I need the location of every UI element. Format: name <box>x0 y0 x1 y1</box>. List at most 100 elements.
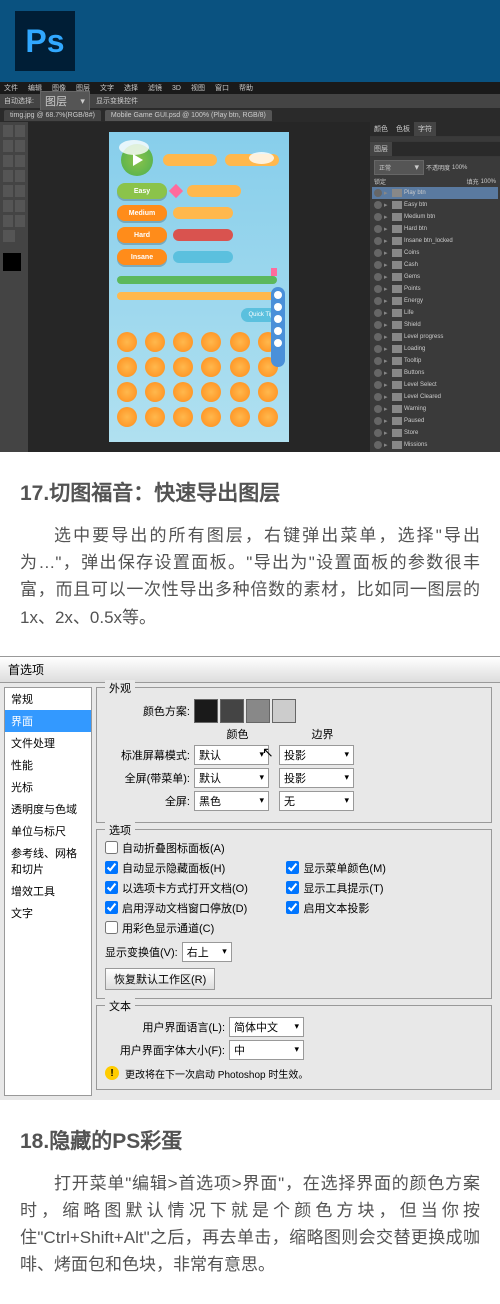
layer-item[interactable]: ▸Store <box>372 427 498 439</box>
color-scheme-swatch-medium-light[interactable] <box>246 699 270 723</box>
visibility-icon[interactable] <box>374 225 382 233</box>
layers-tab[interactable]: 图层 <box>370 142 392 156</box>
expand-icon[interactable]: ▸ <box>384 441 390 449</box>
expand-icon[interactable]: ▸ <box>384 369 390 377</box>
eyedropper-tool-icon[interactable] <box>15 155 25 167</box>
fill-value[interactable]: 100% <box>481 179 496 185</box>
layer-item[interactable]: ▸Loading <box>372 343 498 355</box>
standard-color-dropdown[interactable]: 默认 <box>194 745 269 765</box>
visibility-icon[interactable] <box>374 429 382 437</box>
layer-item[interactable]: ▸Medium btn <box>372 211 498 223</box>
transform-values-dropdown[interactable]: 右上 <box>182 942 232 962</box>
sidebar-item-interface[interactable]: 界面 <box>5 710 91 732</box>
menu-item[interactable]: 窗口 <box>215 83 229 93</box>
layer-item[interactable]: ▸Paused <box>372 415 498 427</box>
panel-tab[interactable]: 色板 <box>392 122 414 136</box>
layer-item[interactable]: ▸Energy <box>372 295 498 307</box>
expand-icon[interactable]: ▸ <box>384 345 390 353</box>
lasso-tool-icon[interactable] <box>3 140 13 152</box>
layer-item[interactable]: ▸Coins <box>372 247 498 259</box>
layer-item[interactable]: ▸Buttons <box>372 367 498 379</box>
gradient-tool-icon[interactable] <box>15 185 25 197</box>
tooltips-checkbox[interactable] <box>286 881 299 894</box>
sidebar-item-units[interactable]: 单位与标尺 <box>5 820 91 842</box>
menu-item[interactable]: 视图 <box>191 83 205 93</box>
layer-item[interactable]: ▸Gems <box>372 271 498 283</box>
eraser-tool-icon[interactable] <box>3 185 13 197</box>
expand-icon[interactable]: ▸ <box>384 333 390 341</box>
visibility-icon[interactable] <box>374 297 382 305</box>
fullscreen-menu-color-dropdown[interactable]: 默认 <box>194 768 269 788</box>
color-scheme-swatch-light[interactable] <box>272 699 296 723</box>
pen-tool-icon[interactable] <box>15 200 25 212</box>
layer-item[interactable]: ▸Life <box>372 307 498 319</box>
expand-icon[interactable]: ▸ <box>384 297 390 305</box>
visibility-icon[interactable] <box>374 369 382 377</box>
visibility-icon[interactable] <box>374 393 382 401</box>
sidebar-item-performance[interactable]: 性能 <box>5 754 91 776</box>
expand-icon[interactable]: ▸ <box>384 381 390 389</box>
sidebar-item-type[interactable]: 文字 <box>5 902 91 924</box>
fullscreen-menu-border-dropdown[interactable]: 投影 <box>279 768 354 788</box>
layer-item[interactable]: ▸Cash <box>372 259 498 271</box>
visibility-icon[interactable] <box>374 213 382 221</box>
menu-item[interactable]: 滤镜 <box>148 83 162 93</box>
ui-language-dropdown[interactable]: 简体中文 <box>229 1017 304 1037</box>
menu-item[interactable]: 文字 <box>100 83 114 93</box>
layer-item[interactable]: ▸Shield <box>372 319 498 331</box>
layer-item[interactable]: ▸Level Select <box>372 379 498 391</box>
layer-item[interactable]: ▸Level progress <box>372 331 498 343</box>
color-scheme-swatch-dark[interactable] <box>194 699 218 723</box>
expand-icon[interactable]: ▸ <box>384 261 390 269</box>
text-shadow-checkbox[interactable] <box>286 901 299 914</box>
visibility-icon[interactable] <box>374 249 382 257</box>
foreground-color[interactable] <box>3 253 21 271</box>
visibility-icon[interactable] <box>374 441 382 449</box>
move-tool-icon[interactable] <box>3 125 13 137</box>
hand-tool-icon[interactable] <box>15 215 25 227</box>
visibility-icon[interactable] <box>374 273 382 281</box>
wand-tool-icon[interactable] <box>15 140 25 152</box>
visibility-icon[interactable] <box>374 261 382 269</box>
visibility-icon[interactable] <box>374 333 382 341</box>
color-channels-checkbox[interactable] <box>105 921 118 934</box>
expand-icon[interactable]: ▸ <box>384 201 390 209</box>
layer-item[interactable]: ▸Level Cleared <box>372 391 498 403</box>
expand-icon[interactable]: ▸ <box>384 189 390 197</box>
layer-item[interactable]: ▸Tooltip <box>372 355 498 367</box>
expand-icon[interactable]: ▸ <box>384 273 390 281</box>
expand-icon[interactable]: ▸ <box>384 405 390 413</box>
expand-icon[interactable]: ▸ <box>384 285 390 293</box>
expand-icon[interactable]: ▸ <box>384 309 390 317</box>
layer-item[interactable]: ▸Bg <box>372 451 498 452</box>
ui-font-size-dropdown[interactable]: 中 <box>229 1040 304 1060</box>
layer-item[interactable]: ▸Points <box>372 283 498 295</box>
layer-item[interactable]: ▸Missions <box>372 439 498 451</box>
opacity-value[interactable]: 100% <box>452 165 467 171</box>
clone-tool-icon[interactable] <box>15 170 25 182</box>
expand-icon[interactable]: ▸ <box>384 393 390 401</box>
show-transform-check[interactable]: 显示变换控件 <box>96 96 138 106</box>
visibility-icon[interactable] <box>374 201 382 209</box>
visibility-icon[interactable] <box>374 405 382 413</box>
menu-item[interactable]: 帮助 <box>239 83 253 93</box>
expand-icon[interactable]: ▸ <box>384 429 390 437</box>
visibility-icon[interactable] <box>374 237 382 245</box>
document-tab-active[interactable]: Mobile Game GUI.psd @ 100% (Play btn, RG… <box>105 110 272 121</box>
auto-collapse-checkbox[interactable] <box>105 841 118 854</box>
visibility-icon[interactable] <box>374 381 382 389</box>
visibility-icon[interactable] <box>374 189 382 197</box>
sidebar-item-cursors[interactable]: 光标 <box>5 776 91 798</box>
expand-icon[interactable]: ▸ <box>384 213 390 221</box>
blend-mode[interactable]: 正常 <box>374 160 424 175</box>
fullscreen-border-dropdown[interactable]: 无 <box>279 791 354 811</box>
sidebar-item-guides[interactable]: 参考线、网格和切片 <box>5 842 91 880</box>
layer-dropdown[interactable]: 图层 <box>40 91 90 111</box>
expand-icon[interactable]: ▸ <box>384 237 390 245</box>
visibility-icon[interactable] <box>374 357 382 365</box>
visibility-icon[interactable] <box>374 417 382 425</box>
shape-tool-icon[interactable] <box>3 215 13 227</box>
visibility-icon[interactable] <box>374 345 382 353</box>
tabs-checkbox[interactable] <box>105 881 118 894</box>
menu-item[interactable]: 选择 <box>124 83 138 93</box>
